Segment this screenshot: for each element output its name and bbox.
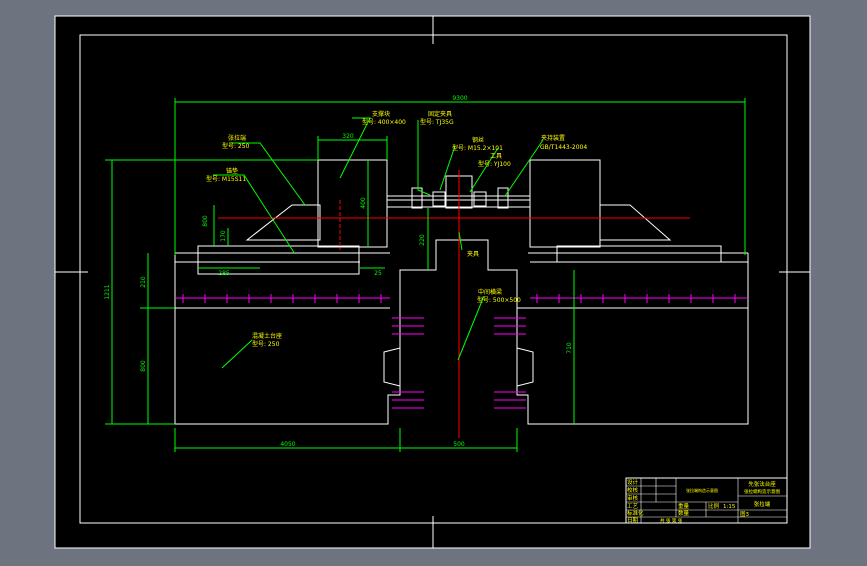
dim-right-height: 710 xyxy=(566,342,573,354)
tb-designer-info: 张拉端构造示意图 xyxy=(686,487,718,493)
label-fixture-model: 型号: TJ35G xyxy=(420,118,454,126)
dim-left-lower: 800 xyxy=(140,360,147,372)
dim-joint-gap: 25 xyxy=(374,270,382,277)
tb-weight-label: 重量 xyxy=(678,502,690,510)
tb-drawing-sub: 张拉端构造示意图 xyxy=(744,488,780,495)
tb-sheet-code: 张拉端 xyxy=(754,500,771,508)
label-strand-model: 型号: M15.2×101 xyxy=(452,144,503,152)
dim-bottom-left: 4050 xyxy=(280,441,295,448)
label-tool: 工具 xyxy=(490,153,502,160)
label-support-model: 型号: 400×400 xyxy=(362,118,406,126)
tb-row-design: 设计 xyxy=(627,478,639,486)
cad-drawing-canvas: 9300 320 400 800 170 285 25 220 1211 210… xyxy=(0,0,867,562)
label-clamp: 夹具 xyxy=(467,250,479,258)
label-strand: 钢丝 xyxy=(472,136,484,144)
tb-drawing-name: 先张法台座 xyxy=(748,480,776,488)
label-fixture: 固定夹具 xyxy=(428,110,452,118)
label-anchor-model: 型号: M15S11 xyxy=(206,175,246,183)
label-standard: 夹持装置 xyxy=(541,134,565,142)
label-tensioner: 张拉端 xyxy=(228,134,246,142)
dim-block-left: 285 xyxy=(218,270,230,277)
dim-left-upper: 210 xyxy=(140,276,147,288)
label-standard-code: GB/T1443-2004 xyxy=(540,144,587,151)
tb-footer: 共 张 第 张 xyxy=(660,517,683,524)
label-pedestal-model: 型号: 250 xyxy=(252,340,280,348)
dim-seat-height: 400 xyxy=(360,197,367,209)
dim-total-height: 1211 xyxy=(104,284,111,299)
paper-border xyxy=(54,15,811,549)
tb-drawing-no: 图3 xyxy=(740,510,750,518)
tb-number-label: 数量 xyxy=(678,509,690,517)
tb-row-date: 日期 xyxy=(627,517,639,524)
dim-bottom-center: 500 xyxy=(453,441,465,448)
tb-scale-label: 比例 xyxy=(708,502,720,510)
label-anchor: 锚垫 xyxy=(226,167,238,175)
label-middle-beam: 中间横梁 xyxy=(478,288,502,296)
dim-anchor-small: 170 xyxy=(220,230,227,242)
tb-row-standard: 标准化 xyxy=(627,509,644,517)
dim-anchor-left: 800 xyxy=(202,215,209,227)
drawing-sheet: 9300 320 400 800 170 285 25 220 1211 210… xyxy=(54,15,811,549)
tb-row-check: 校核 xyxy=(627,486,639,494)
tb-row-process: 工艺 xyxy=(627,503,639,510)
tb-scale-value: 1:15 xyxy=(723,504,736,510)
dim-top-overall: 9300 xyxy=(452,95,467,102)
dim-seat-width: 320 xyxy=(342,133,354,140)
label-tool-model: 型号: YJ100 xyxy=(478,160,511,168)
tb-row-review: 审核 xyxy=(627,494,639,502)
dim-center-height: 220 xyxy=(419,234,426,246)
label-support: 支撑块 xyxy=(372,110,390,118)
title-block: 设计 校核 审核 工艺 标准化 日期 张拉端构造示意图 先张法台座 张拉端构造示… xyxy=(625,477,788,524)
label-pedestal: 混凝土台座 xyxy=(252,332,282,340)
label-middle-beam-model: 型号: 500×500 xyxy=(477,296,521,304)
label-tensioner-model: 型号: 250 xyxy=(222,142,250,150)
